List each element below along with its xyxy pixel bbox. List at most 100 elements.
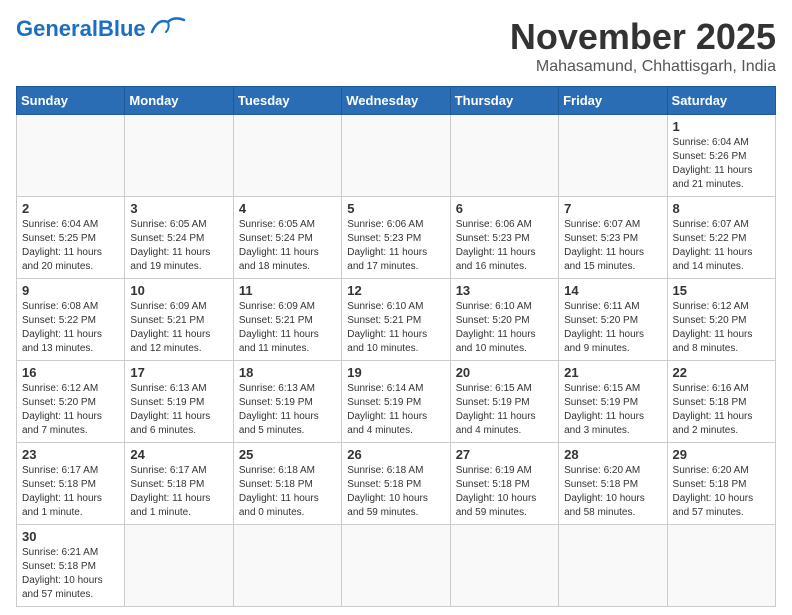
calendar-day-cell (342, 525, 450, 607)
day-info: Sunrise: 6:07 AM Sunset: 5:22 PM Dayligh… (673, 218, 770, 274)
day-info: Sunrise: 6:19 AM Sunset: 5:18 PM Dayligh… (456, 464, 553, 520)
location-subtitle: Mahasamund, Chhattisgarh, India (510, 58, 776, 76)
month-title: November 2025 (510, 16, 776, 58)
day-info: Sunrise: 6:05 AM Sunset: 5:24 PM Dayligh… (239, 218, 336, 274)
calendar-week-row: 16Sunrise: 6:12 AM Sunset: 5:20 PM Dayli… (17, 361, 776, 443)
day-info: Sunrise: 6:16 AM Sunset: 5:18 PM Dayligh… (673, 382, 770, 438)
logo-blue: Blue (98, 16, 146, 41)
day-info: Sunrise: 6:04 AM Sunset: 5:25 PM Dayligh… (22, 218, 119, 274)
day-info: Sunrise: 6:18 AM Sunset: 5:18 PM Dayligh… (347, 464, 444, 520)
day-number: 13 (456, 283, 553, 298)
day-number: 27 (456, 447, 553, 462)
calendar-col-header: Friday (559, 87, 667, 115)
day-info: Sunrise: 6:06 AM Sunset: 5:23 PM Dayligh… (456, 218, 553, 274)
logo-text: GeneralBlue (16, 16, 146, 42)
calendar-day-cell: 11Sunrise: 6:09 AM Sunset: 5:21 PM Dayli… (233, 279, 341, 361)
day-info: Sunrise: 6:14 AM Sunset: 5:19 PM Dayligh… (347, 382, 444, 438)
calendar-day-cell: 30Sunrise: 6:21 AM Sunset: 5:18 PM Dayli… (17, 525, 125, 607)
calendar-day-cell: 22Sunrise: 6:16 AM Sunset: 5:18 PM Dayli… (667, 361, 775, 443)
calendar-day-cell: 27 Sunrise: 6:19 AM Sunset: 5:18 PM Dayli… (450, 443, 558, 525)
calendar-col-header: Wednesday (342, 87, 450, 115)
calendar-header-row: SundayMondayTuesdayWednesdayThursdayFrid… (17, 87, 776, 115)
calendar-day-cell: 5Sunrise: 6:06 AM Sunset: 5:23 PM Daylig… (342, 197, 450, 279)
calendar-day-cell: 6 Sunrise: 6:06 AM Sunset: 5:23 PM Daylig… (450, 197, 558, 279)
day-number: 10 (130, 283, 227, 298)
calendar-day-cell: 26 Sunrise: 6:18 AM Sunset: 5:18 PM Dayli… (342, 443, 450, 525)
day-number: 23 (22, 447, 119, 462)
calendar-day-cell (233, 115, 341, 197)
calendar-day-cell: 20Sunrise: 6:15 AM Sunset: 5:19 PM Dayli… (450, 361, 558, 443)
day-number: 17 (130, 365, 227, 380)
day-info: Sunrise: 6:05 AM Sunset: 5:24 PM Dayligh… (130, 218, 227, 274)
page: GeneralBlue November 2025 Mahasamund, Ch… (0, 0, 792, 615)
calendar-day-cell: 17Sunrise: 6:13 AM Sunset: 5:19 PM Dayli… (125, 361, 233, 443)
calendar-day-cell (559, 525, 667, 607)
calendar-day-cell: 3 Sunrise: 6:05 AM Sunset: 5:24 PM Daylig… (125, 197, 233, 279)
calendar-table: SundayMondayTuesdayWednesdayThursdayFrid… (16, 86, 776, 607)
day-number: 18 (239, 365, 336, 380)
day-info: Sunrise: 6:11 AM Sunset: 5:20 PM Dayligh… (564, 300, 661, 356)
logo: GeneralBlue (16, 16, 186, 42)
day-info: Sunrise: 6:10 AM Sunset: 5:20 PM Dayligh… (456, 300, 553, 356)
calendar-day-cell: 4Sunrise: 6:05 AM Sunset: 5:24 PM Daylig… (233, 197, 341, 279)
calendar-day-cell: 25Sunrise: 6:18 AM Sunset: 5:18 PM Dayli… (233, 443, 341, 525)
calendar-col-header: Saturday (667, 87, 775, 115)
day-info: Sunrise: 6:09 AM Sunset: 5:21 PM Dayligh… (130, 300, 227, 356)
calendar-day-cell: 13 Sunrise: 6:10 AM Sunset: 5:20 PM Dayli… (450, 279, 558, 361)
day-info: Sunrise: 6:08 AM Sunset: 5:22 PM Dayligh… (22, 300, 119, 356)
day-number: 12 (347, 283, 444, 298)
day-number: 3 (130, 201, 227, 216)
calendar-col-header: Tuesday (233, 87, 341, 115)
day-number: 26 (347, 447, 444, 462)
day-info: Sunrise: 6:20 AM Sunset: 5:18 PM Dayligh… (673, 464, 770, 520)
day-number: 8 (673, 201, 770, 216)
calendar-day-cell (559, 115, 667, 197)
calendar-week-row: 2 Sunrise: 6:04 AM Sunset: 5:25 PM Daylig… (17, 197, 776, 279)
calendar-day-cell: 1 Sunrise: 6:04 AM Sunset: 5:26 PM Daylig… (667, 115, 775, 197)
day-number: 1 (673, 119, 770, 134)
day-number: 6 (456, 201, 553, 216)
day-info: Sunrise: 6:13 AM Sunset: 5:19 PM Dayligh… (239, 382, 336, 438)
calendar-week-row: 9 Sunrise: 6:08 AM Sunset: 5:22 PM Daylig… (17, 279, 776, 361)
calendar-day-cell: 23Sunrise: 6:17 AM Sunset: 5:18 PM Dayli… (17, 443, 125, 525)
day-number: 14 (564, 283, 661, 298)
day-info: Sunrise: 6:06 AM Sunset: 5:23 PM Dayligh… (347, 218, 444, 274)
header: GeneralBlue November 2025 Mahasamund, Ch… (16, 16, 776, 76)
calendar-day-cell: 29 Sunrise: 6:20 AM Sunset: 5:18 PM Dayli… (667, 443, 775, 525)
calendar-day-cell: 14 Sunrise: 6:11 AM Sunset: 5:20 PM Dayli… (559, 279, 667, 361)
day-info: Sunrise: 6:10 AM Sunset: 5:21 PM Dayligh… (347, 300, 444, 356)
day-number: 7 (564, 201, 661, 216)
day-number: 29 (673, 447, 770, 462)
day-info: Sunrise: 6:12 AM Sunset: 5:20 PM Dayligh… (673, 300, 770, 356)
day-number: 28 (564, 447, 661, 462)
logo-bird-icon (150, 14, 186, 36)
calendar-day-cell (125, 525, 233, 607)
day-info: Sunrise: 6:20 AM Sunset: 5:18 PM Dayligh… (564, 464, 661, 520)
calendar-day-cell: 21 Sunrise: 6:15 AM Sunset: 5:19 PM Dayli… (559, 361, 667, 443)
calendar-day-cell (450, 525, 558, 607)
day-number: 2 (22, 201, 119, 216)
calendar-day-cell: 15 Sunrise: 6:12 AM Sunset: 5:20 PM Dayli… (667, 279, 775, 361)
calendar-day-cell: 8 Sunrise: 6:07 AM Sunset: 5:22 PM Daylig… (667, 197, 775, 279)
calendar-day-cell (17, 115, 125, 197)
calendar-week-row: 1 Sunrise: 6:04 AM Sunset: 5:26 PM Daylig… (17, 115, 776, 197)
calendar-day-cell: 16Sunrise: 6:12 AM Sunset: 5:20 PM Dayli… (17, 361, 125, 443)
day-info: Sunrise: 6:18 AM Sunset: 5:18 PM Dayligh… (239, 464, 336, 520)
calendar-day-cell (233, 525, 341, 607)
day-number: 21 (564, 365, 661, 380)
day-number: 9 (22, 283, 119, 298)
calendar-day-cell: 12 Sunrise: 6:10 AM Sunset: 5:21 PM Dayli… (342, 279, 450, 361)
calendar-day-cell: 7Sunrise: 6:07 AM Sunset: 5:23 PM Daylig… (559, 197, 667, 279)
day-number: 19 (347, 365, 444, 380)
calendar-week-row: 23Sunrise: 6:17 AM Sunset: 5:18 PM Dayli… (17, 443, 776, 525)
calendar-col-header: Sunday (17, 87, 125, 115)
day-info: Sunrise: 6:04 AM Sunset: 5:26 PM Dayligh… (673, 136, 770, 192)
calendar-day-cell: 10 Sunrise: 6:09 AM Sunset: 5:21 PM Dayli… (125, 279, 233, 361)
calendar-day-cell (125, 115, 233, 197)
calendar-day-cell: 28 Sunrise: 6:20 AM Sunset: 5:18 PM Dayli… (559, 443, 667, 525)
day-number: 15 (673, 283, 770, 298)
calendar-day-cell (667, 525, 775, 607)
calendar-day-cell: 24Sunrise: 6:17 AM Sunset: 5:18 PM Dayli… (125, 443, 233, 525)
day-info: Sunrise: 6:15 AM Sunset: 5:19 PM Dayligh… (564, 382, 661, 438)
calendar-day-cell: 9 Sunrise: 6:08 AM Sunset: 5:22 PM Daylig… (17, 279, 125, 361)
